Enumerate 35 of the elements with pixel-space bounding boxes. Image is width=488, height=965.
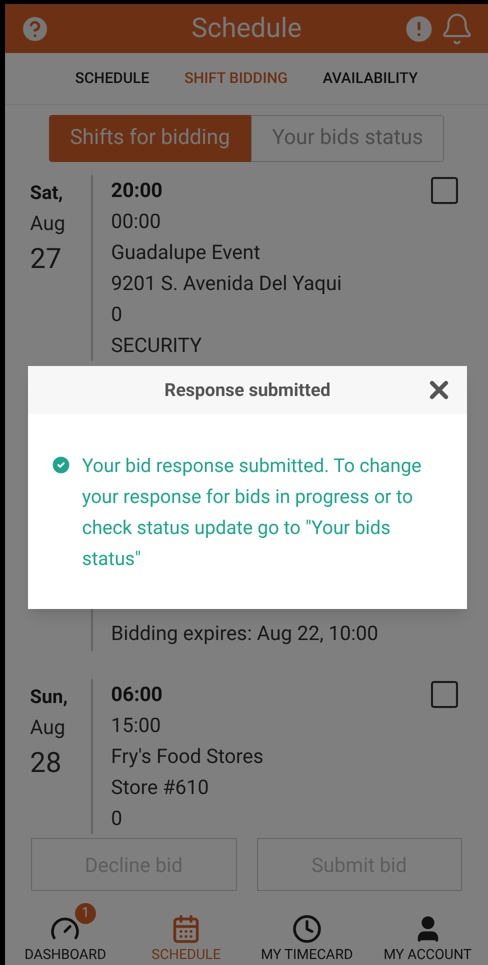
bidding-expiry: Bidding expires: Aug 22, 10:00 [111,620,380,647]
nav-item[interactable]: MY ACCOUNT [367,901,488,965]
nav-item[interactable]: SCHEDULE [126,901,246,965]
shift-detail: 0 [111,301,124,328]
shift-detail: 0 [111,805,124,832]
calendar-icon [171,914,202,944]
shift-weekday: Sat, [30,180,64,206]
shift-detail: SECURITY [111,332,203,359]
notification-badge: 1 [75,903,96,924]
dialog-title: Response submitted [164,378,331,402]
header-title: Schedule [190,11,303,46]
nav-item[interactable]: 1 DASHBOARD [5,901,126,965]
shift-detail: Store #610 [111,774,210,801]
tab[interactable]: SHIFT BIDDING [184,67,288,90]
shift-start-time: 06:00 [111,681,164,708]
checkbox[interactable] [431,681,458,708]
shift-detail: 9201 S. Avenida Del Yaqui [111,270,343,297]
shift-day: 28 [30,743,91,783]
shift-detail: Guadalupe Event [111,239,262,266]
check-icon [50,454,72,476]
tab[interactable]: SCHEDULE [75,67,150,90]
shift-month: Aug [30,714,66,741]
shift-detail: Fry's Food Stores [111,743,264,770]
shift-end-time: 15:00 [111,712,162,739]
tab[interactable]: AVAILABILITY [322,67,418,90]
shift-day: 27 [30,239,91,279]
shift-weekday: Sun, [30,684,69,710]
shift-month: Aug [30,210,66,237]
shift-end-time: 00:00 [111,208,162,235]
checkbox[interactable] [431,177,458,204]
clock-icon [292,914,322,944]
shift-start-time: 20:00 [111,177,164,204]
segment-tab[interactable]: Shifts for bidding [48,115,251,162]
dialog-message: Your bid response submitted. To change your response for bids in progress or to check status update go to "Your bids status" [82,453,422,572]
nav-item[interactable]: MY TIMECARD [246,901,368,965]
